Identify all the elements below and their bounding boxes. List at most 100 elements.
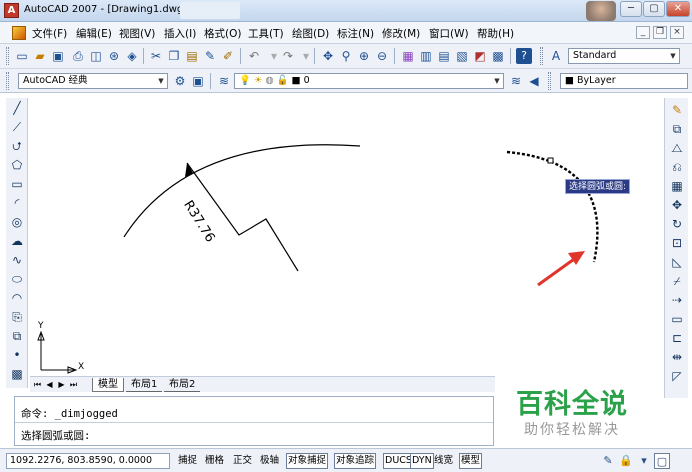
design-center-icon[interactable]: ▥: [418, 48, 434, 64]
undo-icon[interactable]: ↶: [246, 48, 262, 64]
snap-toggle[interactable]: 捕捉: [176, 453, 199, 469]
scale-icon[interactable]: ⊡: [669, 235, 685, 251]
join-icon[interactable]: ⇹: [669, 349, 685, 365]
arc-right-selected[interactable]: [506, 150, 599, 263]
menu-format[interactable]: 格式(O): [204, 26, 241, 41]
zoom-previous-icon[interactable]: ⊖: [374, 48, 390, 64]
dyn-toggle[interactable]: DYN: [410, 453, 434, 469]
polyline-icon[interactable]: ⮍: [9, 138, 25, 154]
menu-view[interactable]: 视图(V): [119, 26, 155, 41]
trim-icon[interactable]: ⌿: [669, 273, 685, 289]
publish-icon[interactable]: ⊛: [106, 48, 122, 64]
color-control-select[interactable]: ■ ByLayer: [560, 73, 688, 89]
toolbar-grip[interactable]: [6, 47, 9, 65]
workspace-select[interactable]: AutoCAD 经典 ▼: [18, 73, 168, 89]
document-icon[interactable]: [12, 26, 26, 40]
layer-manager-icon[interactable]: ≋: [216, 73, 232, 89]
paste-icon[interactable]: ▤: [184, 48, 200, 64]
redo-dropdown-icon[interactable]: ▾: [298, 48, 314, 64]
object-tracking-toggle[interactable]: 对象追踪: [334, 453, 377, 469]
toolbar-lock-icon[interactable]: 🔒: [618, 453, 634, 469]
extend-icon[interactable]: ⇢: [669, 292, 685, 308]
status-menu-chevron-icon[interactable]: ▾: [636, 453, 652, 469]
text-style-select[interactable]: Standard ▼: [568, 48, 680, 64]
sheet-set-icon[interactable]: ▧: [454, 48, 470, 64]
offset-icon[interactable]: ⎌: [669, 159, 685, 175]
tab-model[interactable]: 模型: [92, 378, 124, 392]
chamfer-icon[interactable]: ◸: [669, 368, 685, 384]
grid-toggle[interactable]: 栅格: [203, 453, 226, 469]
lineweight-toggle[interactable]: 线宽: [432, 453, 455, 469]
spline-icon[interactable]: ∿: [9, 252, 25, 268]
block-editor-icon[interactable]: ✐: [220, 48, 236, 64]
mirror-icon[interactable]: ⧍: [669, 140, 685, 156]
plot-preview-icon[interactable]: ◫: [88, 48, 104, 64]
menu-dimension[interactable]: 标注(N): [337, 26, 374, 41]
revision-cloud-icon[interactable]: ☁: [9, 233, 25, 249]
layer-previous-icon[interactable]: ◀: [526, 73, 542, 89]
arc-left[interactable]: [123, 144, 361, 238]
close-button[interactable]: ✕: [666, 1, 690, 17]
maximize-button[interactable]: ▢: [643, 1, 665, 17]
menu-draw[interactable]: 绘图(D): [292, 26, 329, 41]
document-restore-button[interactable]: ❐: [653, 26, 667, 39]
3d-dwf-icon[interactable]: ◈: [124, 48, 140, 64]
menu-help[interactable]: 帮助(H): [477, 26, 514, 41]
menu-insert[interactable]: 插入(I): [164, 26, 196, 41]
last-tab-icon[interactable]: ⏭: [68, 379, 79, 391]
previous-tab-icon[interactable]: ◀: [44, 379, 55, 391]
break-icon[interactable]: ⊏: [669, 330, 685, 346]
tab-layout1[interactable]: 布局1: [126, 378, 163, 392]
ellipse-arc-icon[interactable]: ◠: [9, 290, 25, 306]
circle-icon[interactable]: ◎: [9, 214, 25, 230]
command-prompt-line[interactable]: 选择圆弧或圆:: [21, 428, 90, 443]
copy-icon[interactable]: ❐: [166, 48, 182, 64]
markup-icon[interactable]: ◩: [472, 48, 488, 64]
hatch-icon[interactable]: ▩: [9, 366, 25, 382]
calculator-icon[interactable]: ▩: [490, 48, 506, 64]
next-tab-icon[interactable]: ▶: [56, 379, 67, 391]
drawing-canvas[interactable]: R37.76 选择圆弧或圆: X Y: [30, 94, 663, 380]
line-icon[interactable]: ╱: [9, 100, 25, 116]
construction-line-icon[interactable]: ⟋: [9, 119, 25, 135]
tool-palettes-icon[interactable]: ▤: [436, 48, 452, 64]
menu-edit[interactable]: 编辑(E): [76, 26, 112, 41]
menu-tools[interactable]: 工具(T): [248, 26, 284, 41]
cut-icon[interactable]: ✂: [148, 48, 164, 64]
array-icon[interactable]: ▦: [669, 178, 685, 194]
coordinate-display[interactable]: 1092.2276, 803.8590, 0.0000: [6, 453, 170, 469]
break-at-point-icon[interactable]: ▭: [669, 311, 685, 327]
toolbar-grip[interactable]: [6, 72, 9, 90]
point-icon[interactable]: •: [9, 347, 25, 363]
rotate-icon[interactable]: ↻: [669, 216, 685, 232]
menu-modify[interactable]: 修改(M): [382, 26, 420, 41]
ellipse-icon[interactable]: ⬭: [9, 271, 25, 287]
arc-grip[interactable]: [547, 157, 554, 164]
workspace-settings-icon[interactable]: ⚙: [172, 73, 188, 89]
document-close-button[interactable]: ×: [670, 26, 684, 39]
text-style-icon[interactable]: A: [548, 48, 564, 64]
save-workspace-icon[interactable]: ▣: [190, 73, 206, 89]
help-icon[interactable]: ?: [516, 48, 532, 64]
insert-block-icon[interactable]: ⎘: [9, 309, 25, 325]
polygon-icon[interactable]: ⬠: [9, 157, 25, 173]
save-icon[interactable]: ▣: [50, 48, 66, 64]
stretch-icon[interactable]: ◺: [669, 254, 685, 270]
ortho-toggle[interactable]: 正交: [231, 453, 254, 469]
open-file-icon[interactable]: ▰: [32, 48, 48, 64]
zoom-window-icon[interactable]: ⊕: [356, 48, 372, 64]
zoom-realtime-icon[interactable]: ⚲: [338, 48, 354, 64]
move-icon[interactable]: ✥: [669, 197, 685, 213]
command-window[interactable]: 命令: _dimjogged 选择圆弧或圆:: [14, 396, 494, 446]
communication-center-icon[interactable]: ✎: [600, 453, 616, 469]
arc-icon[interactable]: ◜: [9, 195, 25, 211]
menu-file[interactable]: 文件(F): [32, 26, 67, 41]
toolbar-grip[interactable]: [540, 47, 543, 65]
make-block-icon[interactable]: ⧉: [9, 328, 25, 344]
clean-screen-icon[interactable]: ▢: [654, 453, 670, 469]
tab-layout2[interactable]: 布局2: [164, 378, 201, 392]
pan-icon[interactable]: ✥: [320, 48, 336, 64]
minimize-button[interactable]: ─: [620, 1, 642, 17]
polar-toggle[interactable]: 极轴: [258, 453, 281, 469]
rectangle-icon[interactable]: ▭: [9, 176, 25, 192]
